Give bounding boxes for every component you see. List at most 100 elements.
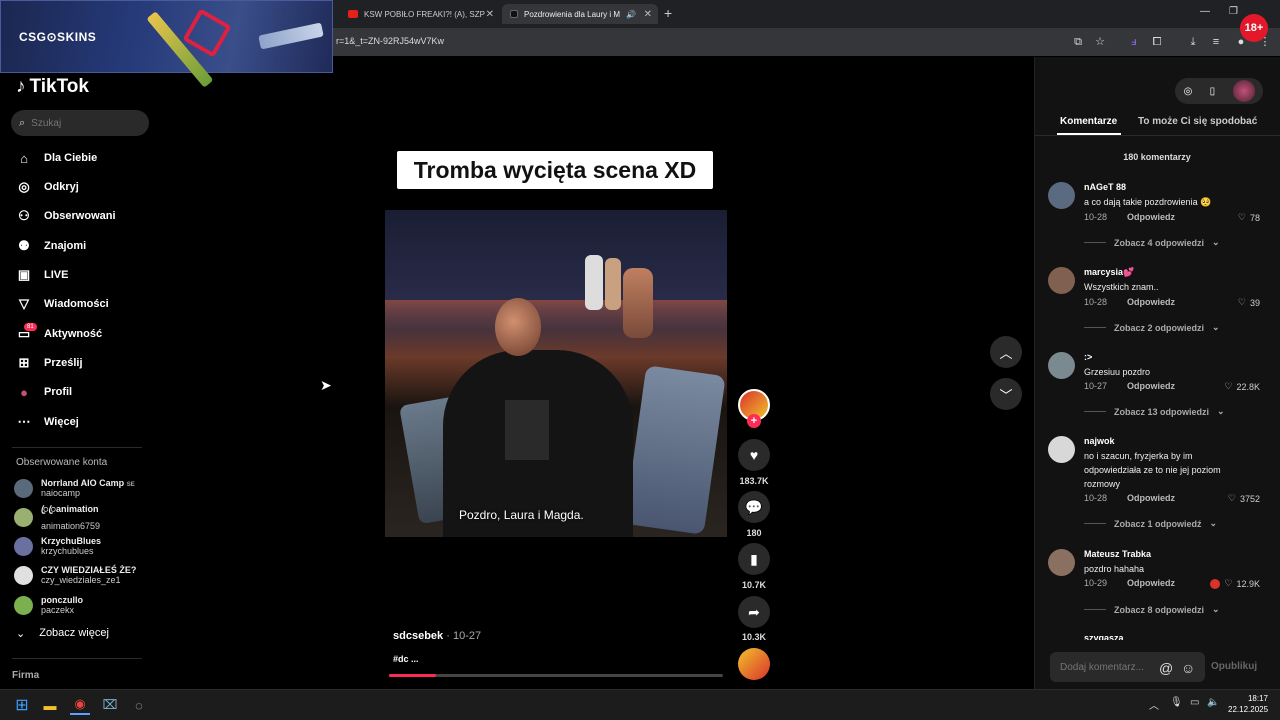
video-description[interactable]: #dc ... (393, 654, 419, 664)
view-replies-button[interactable]: Zobacz 2 odpowiedzi ⌄ (1084, 322, 1220, 333)
tab-comments[interactable]: Komentarze (1060, 116, 1117, 127)
commenter-avatar[interactable] (1048, 182, 1075, 209)
publish-button[interactable]: Opublikuj (1211, 661, 1257, 672)
commenter-avatar[interactable] (1048, 436, 1075, 463)
explore-icon[interactable]: ◎ (1184, 86, 1193, 97)
video-player[interactable] (385, 210, 727, 537)
browser-tab-tiktok[interactable]: Pozdrowienia dla Laury i M 🔊 ✕ (502, 4, 658, 24)
comment-like-button[interactable]: ♡ 78 (1238, 212, 1260, 223)
tab-label: KSW POBIŁO FREAKI?! (A), SZP (364, 9, 485, 19)
view-replies-button[interactable]: Zobacz 8 odpowiedzi ⌄ (1084, 604, 1220, 615)
file-explorer-icon[interactable]: ▬ (40, 695, 60, 715)
tab-label: Pozdrowienia dla Laury i M (524, 9, 621, 19)
download-icon[interactable]: ⤓ (1186, 35, 1200, 49)
comment-username[interactable]: Mateusz Trabka (1084, 549, 1151, 559)
see-more-button[interactable]: ⌄ Zobacz więcej (16, 627, 109, 640)
followed-account[interactable]: CZY WIEDZIAŁEŚ ŻE? czy_wiedziales_ze1 (14, 563, 136, 587)
followed-account[interactable]: KrzychuBlues krzychublues (14, 534, 101, 558)
close-tab-icon[interactable]: ✕ (486, 9, 494, 20)
search-bar[interactable]: ⌕ (11, 110, 149, 136)
next-video-button[interactable]: ﹀ (990, 378, 1022, 410)
followed-account[interactable]: ꦿꦿanimation animation6759 (14, 504, 100, 531)
video-progress-track[interactable] (389, 674, 723, 677)
nav-live[interactable]: ▣ LIVE (16, 265, 69, 285)
comment-like-button[interactable]: ♡ 3752 (1228, 493, 1260, 504)
nav-profile[interactable]: ● Profil (16, 382, 72, 402)
microphone-icon[interactable]: 🎙 (1170, 697, 1183, 708)
device-icon[interactable]: ▯ (1210, 86, 1216, 97)
url-field[interactable]: r=1&_t=ZN-92RJ54wV7Kw (336, 36, 444, 46)
reply-button[interactable]: Odpowiedz (1127, 297, 1175, 307)
company-link[interactable]: Firma (12, 670, 39, 681)
close-tab-icon[interactable]: ✕ (644, 9, 652, 20)
previous-video-button[interactable]: ︿ (990, 336, 1022, 368)
audio-playing-icon[interactable]: 🔊 (626, 10, 636, 19)
media-control-icon[interactable]: ≡ (1209, 35, 1223, 49)
nav-for-you[interactable]: ⌂ Dla Ciebie (16, 148, 97, 168)
nav-explore[interactable]: ◎ Odkryj (16, 177, 79, 197)
nav-more[interactable]: ⋯ Więcej (16, 412, 79, 432)
share-button[interactable]: ➦ (738, 596, 770, 628)
nav-friends[interactable]: ⚉ Znajomi (16, 236, 86, 256)
search-input[interactable] (31, 117, 132, 129)
comment-text: no i szacun, fryzjerka by im odpowiedzia… (1084, 451, 1221, 489)
tray-expand-icon[interactable]: ︿ (1149, 697, 1159, 712)
extensions-icon[interactable]: ⧠ (1150, 35, 1164, 49)
reply-button[interactable]: Odpowiedz (1127, 578, 1175, 588)
account-name: Norrland AIO Camp (41, 478, 125, 488)
maximize-button[interactable]: ❐ (1229, 6, 1238, 17)
app-notification-icon[interactable]: ◌ (129, 695, 149, 715)
ad-banner[interactable]: CSG⊙SKINS (0, 0, 333, 88)
nav-following[interactable]: ⚇ Obserwowani (16, 206, 115, 226)
tab-you-may-like[interactable]: To może Ci się spodobać (1138, 116, 1257, 127)
followed-account[interactable]: Norrland AIO Camp SE naiocamp (14, 476, 135, 500)
comment-input[interactable] (1060, 661, 1160, 673)
bookmark-star-icon[interactable]: ☆ (1093, 35, 1107, 49)
system-clock[interactable]: 18:17 22.12.2025 (1228, 693, 1268, 715)
emoji-icon[interactable]: ☺ (1181, 660, 1195, 676)
comment-username[interactable]: marcysia💕 (1084, 267, 1134, 278)
volume-icon[interactable]: 🔈 (1207, 697, 1219, 708)
cast-icon[interactable]: ⧉ (1071, 35, 1085, 49)
reply-button[interactable]: Odpowiedz (1127, 493, 1175, 503)
view-replies-button[interactable]: Zobacz 1 odpowiedź ⌄ (1084, 518, 1217, 529)
comment-button[interactable]: 💬 (738, 491, 770, 523)
follow-plus-button[interactable]: + (747, 414, 761, 428)
view-replies-button[interactable]: Zobacz 13 odpowiedzi ⌄ (1084, 406, 1225, 417)
nav-messages[interactable]: ▽ Wiadomości (16, 294, 109, 314)
chrome-icon[interactable]: ◉ (70, 695, 90, 715)
network-icon[interactable]: ▭ (1190, 697, 1199, 708)
windows-start-icon[interactable]: ⊞ (12, 695, 32, 715)
comment-username[interactable]: najwok (1084, 436, 1115, 446)
video-author[interactable]: sdcsebek · 10-27 (393, 630, 481, 642)
mention-icon[interactable]: @ (1159, 660, 1173, 676)
comment-like-button[interactable]: ♡ 12.9K (1210, 578, 1260, 589)
music-disc-avatar[interactable] (738, 648, 770, 680)
upload-icon: ⊞ (18, 355, 30, 370)
nav-upload[interactable]: ⊞ Prześlij (16, 353, 83, 373)
reply-button[interactable]: Odpowiedz (1127, 381, 1175, 391)
comment-username[interactable]: nAGeT 88 (1084, 182, 1126, 192)
save-button[interactable]: ▮ (738, 543, 770, 575)
activity-count-badge: 81 (24, 323, 37, 331)
commenter-avatar[interactable] (1048, 549, 1075, 576)
like-button[interactable]: ♥ (738, 439, 770, 471)
comment-username[interactable]: :> (1084, 352, 1092, 362)
comment-text: a co dają takie pozdrowienia 🥺 (1084, 197, 1212, 207)
view-replies-button[interactable]: Zobacz 4 odpowiedzi ⌄ (1084, 237, 1220, 248)
browser-tab-ksw[interactable]: KSW POBIŁO FREAKI?! (A), SZP ✕ (340, 4, 500, 24)
ad-rifle-image (258, 22, 324, 50)
user-avatar[interactable] (1233, 80, 1255, 102)
minimize-button[interactable]: — (1200, 6, 1210, 17)
commenter-avatar[interactable] (1048, 267, 1075, 294)
comment-like-button[interactable]: ♡ 39 (1238, 297, 1260, 308)
comment-like-button[interactable]: ♡ 22.8K (1224, 381, 1260, 392)
comment-like-count: 78 (1249, 212, 1260, 223)
tiktok-logo[interactable]: ♪ TikTok (16, 76, 89, 98)
extension-ai-icon[interactable]: ⅎ (1127, 35, 1141, 49)
app-icon[interactable]: ⌧ (100, 695, 120, 715)
new-tab-button[interactable]: + (664, 5, 672, 21)
commenter-avatar[interactable] (1048, 352, 1075, 379)
followed-account[interactable]: ponczullo paczekx (14, 593, 83, 617)
reply-button[interactable]: Odpowiedz (1127, 212, 1175, 222)
